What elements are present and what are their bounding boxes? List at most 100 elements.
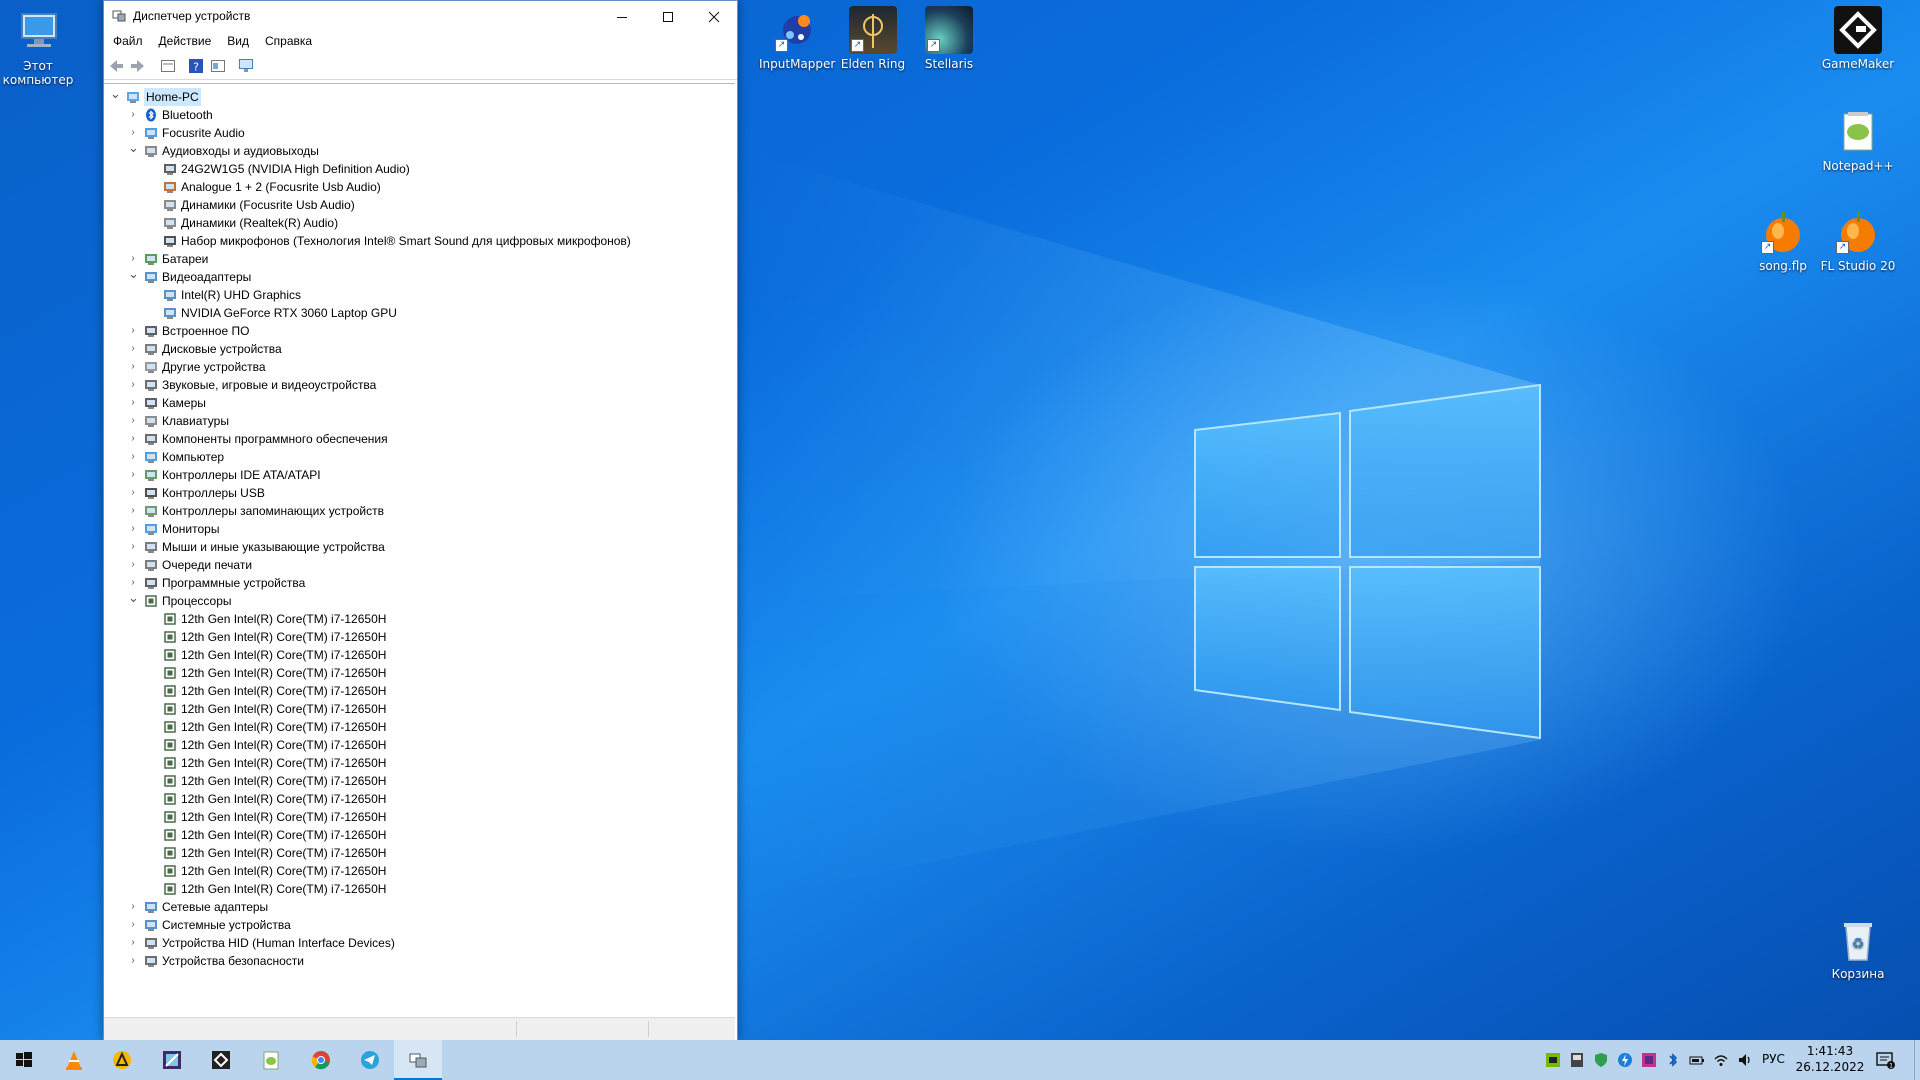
tree-node[interactable]: 12th Gen Intel(R) Core(TM) i7-12650H [104,826,735,844]
desktop-icon-this-pc[interactable]: Этот компьютер [0,8,76,87]
menu-action[interactable]: Действие [152,31,219,51]
chevron-right-icon[interactable]: › [128,322,138,340]
tree-node[interactable]: › Клавиатуры [104,412,735,430]
taskbar-app-telegram[interactable] [346,1040,394,1080]
tree-node[interactable]: › Компоненты программного обеспечения [104,430,735,448]
taskbar-app-chrome[interactable] [297,1040,345,1080]
action-center-button[interactable]: 1 [1875,1050,1899,1070]
security-shield-icon[interactable] [1593,1052,1609,1068]
tree-node[interactable]: › Звуковые, игровые и видеоустройства [104,376,735,394]
tree-node[interactable]: Динамики (Realtek(R) Audio) [104,214,735,232]
chevron-right-icon[interactable]: › [128,412,138,430]
tree-node[interactable]: › Контроллеры запоминающих устройств [104,502,735,520]
input-language-indicator[interactable]: РУС [1762,1052,1785,1066]
desktop-icon-notepadpp[interactable]: Notepad++ [1820,108,1896,173]
menu-file[interactable]: Файл [106,31,150,51]
nvidia-icon[interactable] [1545,1052,1561,1068]
tree-node[interactable]: Intel(R) UHD Graphics [104,286,735,304]
tree-node[interactable]: › Контроллеры USB [104,484,735,502]
tree-node[interactable]: NVIDIA GeForce RTX 3060 Laptop GPU [104,304,735,322]
chevron-right-icon[interactable]: › [128,556,138,574]
tree-node[interactable]: › Дисковые устройства [104,340,735,358]
tree-node[interactable]: ⌄ Процессоры [104,591,735,610]
chevron-right-icon[interactable]: › [128,430,138,448]
tree-node[interactable]: › Устройства безопасности [104,952,735,970]
chevron-right-icon[interactable]: › [128,898,138,916]
chevron-right-icon[interactable]: › [128,106,138,124]
tree-node[interactable]: ⌄ Home-PC [104,87,735,106]
chevron-down-icon[interactable]: ⌄ [128,267,139,286]
tree-node[interactable]: 12th Gen Intel(R) Core(TM) i7-12650H [104,862,735,880]
back-button[interactable] [108,58,124,74]
forward-button[interactable] [130,58,146,74]
chevron-right-icon[interactable]: › [128,448,138,466]
menu-view[interactable]: Вид [220,31,256,51]
chevron-right-icon[interactable]: › [128,466,138,484]
chevron-down-icon[interactable]: ⌄ [128,591,139,610]
clock[interactable]: 1:41:43 26.12.2022 [1795,1043,1865,1075]
close-button[interactable] [691,1,737,31]
lightning-icon[interactable] [1617,1052,1633,1068]
tree-node[interactable]: 24G2W1G5 (NVIDIA High Definition Audio) [104,160,735,178]
tree-node[interactable]: › Focusrite Audio [104,124,735,142]
tree-node[interactable]: › Системные устройства [104,916,735,934]
tree-node[interactable]: › Устройства HID (Human Interface Devices… [104,934,735,952]
tree-node[interactable]: 12th Gen Intel(R) Core(TM) i7-12650H [104,646,735,664]
minimize-button[interactable] [599,1,645,31]
chevron-right-icon[interactable]: › [128,520,138,538]
tree-node[interactable]: 12th Gen Intel(R) Core(TM) i7-12650H [104,610,735,628]
help-button[interactable]: ? [188,58,204,74]
tree-node[interactable]: › Батареи [104,250,735,268]
tree-node[interactable]: Динамики (Focusrite Usb Audio) [104,196,735,214]
taskbar-app-notepadpp[interactable] [247,1040,295,1080]
tree-node[interactable]: 12th Gen Intel(R) Core(TM) i7-12650H [104,628,735,646]
tree-node[interactable]: 12th Gen Intel(R) Core(TM) i7-12650H [104,736,735,754]
tree-node[interactable]: › Встроенное ПО [104,322,735,340]
taskbar-app-unity[interactable] [197,1040,245,1080]
taskbar-app-photo-editor[interactable] [148,1040,196,1080]
tree-node[interactable]: › Программные устройства [104,574,735,592]
menu-help[interactable]: Справка [258,31,319,51]
desktop-icon-elden-ring[interactable]: ↗ Elden Ring [835,6,911,71]
properties-button[interactable] [160,58,176,74]
desktop-icon-fl-studio[interactable]: ↗ FL Studio 20 [1820,208,1896,273]
tray-app2-icon[interactable] [1641,1052,1657,1068]
chevron-right-icon[interactable]: › [128,502,138,520]
tree-node[interactable]: Analogue 1 + 2 (Focusrite Usb Audio) [104,178,735,196]
device-tree[interactable]: ⌄ Home-PC › Bluetooth › Focusrite Audio ⌄ Аудио… [104,83,735,1014]
tree-node[interactable]: ⌄ Аудиовходы и аудиовыходы [104,141,735,160]
chevron-right-icon[interactable]: › [128,340,138,358]
chevron-down-icon[interactable]: ⌄ [110,87,121,106]
tree-node[interactable]: 12th Gen Intel(R) Core(TM) i7-12650H [104,700,735,718]
chevron-right-icon[interactable]: › [128,952,138,970]
chevron-right-icon[interactable]: › [128,376,138,394]
tree-node[interactable]: 12th Gen Intel(R) Core(TM) i7-12650H [104,844,735,862]
tree-node[interactable]: ⌄ Видеоадаптеры [104,267,735,286]
tree-node[interactable]: › Bluetooth [104,106,735,124]
tree-node[interactable]: 12th Gen Intel(R) Core(TM) i7-12650H [104,772,735,790]
desktop-icon-recycle-bin[interactable]: ♻ Корзина [1820,916,1896,981]
desktop-icon-inputmapper[interactable]: ↗ InputMapper [759,6,835,71]
tree-node[interactable]: 12th Gen Intel(R) Core(TM) i7-12650H [104,664,735,682]
chevron-right-icon[interactable]: › [128,916,138,934]
tree-node[interactable]: 12th Gen Intel(R) Core(TM) i7-12650H [104,880,735,898]
tree-node[interactable]: Набор микрофонов (Технология Intel® Smar… [104,232,735,250]
volume-icon[interactable] [1737,1052,1753,1068]
chevron-right-icon[interactable]: › [128,934,138,952]
bluetooth-icon[interactable] [1665,1052,1681,1068]
tray-app-icon[interactable] [1569,1052,1585,1068]
maximize-button[interactable] [645,1,691,31]
chevron-down-icon[interactable]: ⌄ [128,141,139,160]
chevron-right-icon[interactable]: › [128,394,138,412]
tree-node[interactable]: › Компьютер [104,448,735,466]
taskbar-app-aimp[interactable] [98,1040,146,1080]
tree-node[interactable]: 12th Gen Intel(R) Core(TM) i7-12650H [104,808,735,826]
tree-node[interactable]: 12th Gen Intel(R) Core(TM) i7-12650H [104,790,735,808]
battery-icon[interactable] [1689,1052,1705,1068]
tree-node[interactable]: › Очереди печати [104,556,735,574]
show-desktop-button[interactable] [1914,1040,1920,1080]
chevron-right-icon[interactable]: › [128,484,138,502]
tree-node[interactable]: › Контроллеры IDE ATA/ATAPI [104,466,735,484]
device-manager-window[interactable]: Диспетчер устройств Файл Действие Вид Справ… [103,0,738,1041]
view-button[interactable] [210,58,226,74]
